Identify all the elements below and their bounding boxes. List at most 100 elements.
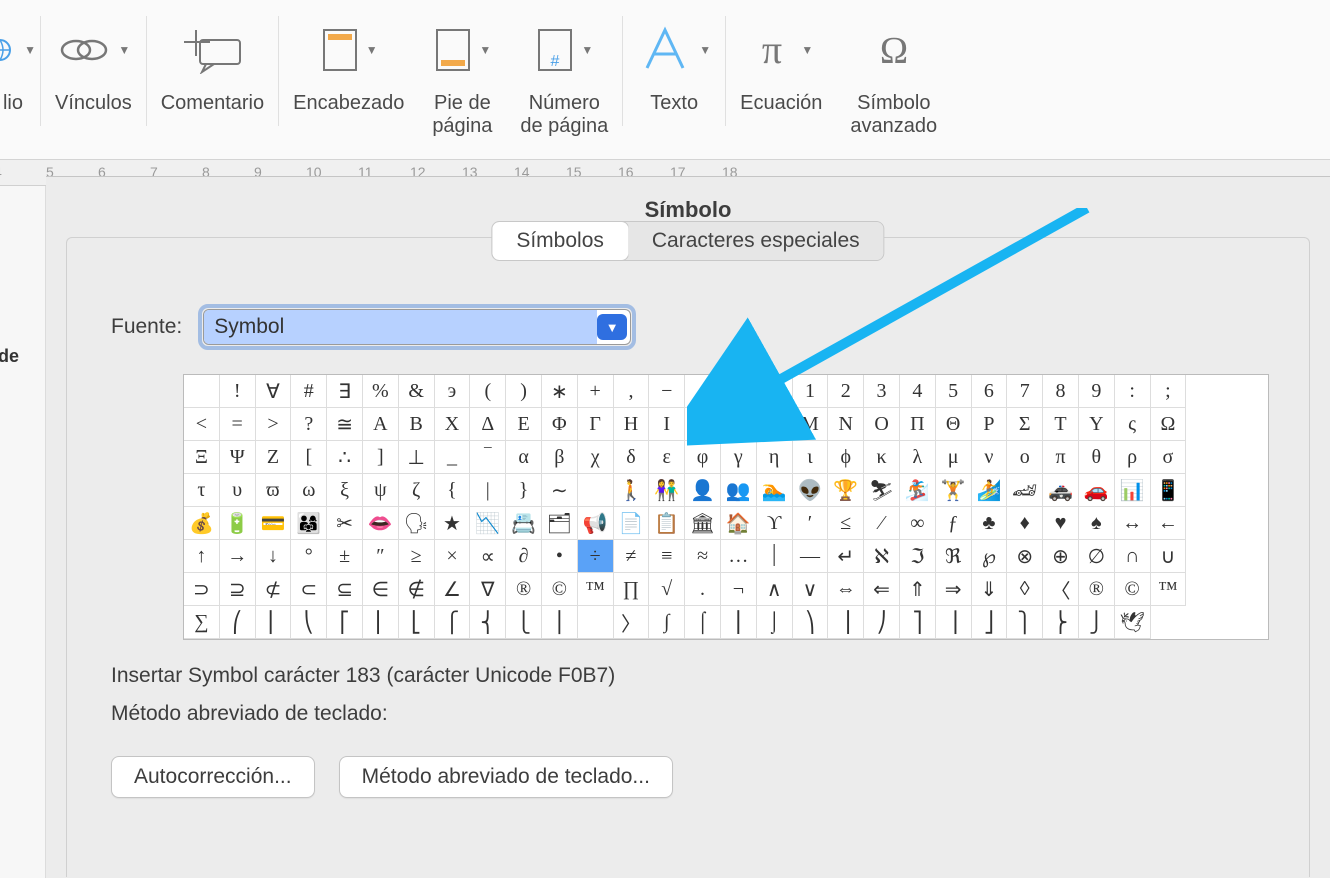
- symbol-cell[interactable]: μ: [936, 441, 972, 474]
- symbol-cell[interactable]: ⎮: [721, 606, 757, 639]
- symbol-cell[interactable]: 👤: [685, 474, 721, 507]
- toolbar-item-equation[interactable]: π▼ Ecuación: [726, 10, 836, 159]
- symbol-cell[interactable]: Φ: [542, 408, 578, 441]
- symbol-cell[interactable]: 2: [828, 375, 864, 408]
- symbol-cell[interactable]: 🗣: [399, 507, 435, 540]
- symbol-cell[interactable]: %: [363, 375, 399, 408]
- symbol-cell[interactable]: ℘: [972, 540, 1008, 573]
- symbol-cell[interactable]: 💰: [184, 507, 220, 540]
- symbol-cell[interactable]: ⎩: [506, 606, 542, 639]
- symbol-cell[interactable]: Β: [399, 408, 435, 441]
- symbol-cell[interactable]: Η: [614, 408, 650, 441]
- symbol-cell[interactable]: .: [685, 573, 721, 606]
- symbol-cell[interactable]: 👥: [721, 474, 757, 507]
- symbol-cell[interactable]: χ: [578, 441, 614, 474]
- symbol-cell[interactable]: Ζ: [256, 441, 292, 474]
- symbol-cell[interactable]: 3: [864, 375, 900, 408]
- symbol-cell[interactable]: #: [291, 375, 327, 408]
- symbol-cell[interactable]: Ρ: [972, 408, 1008, 441]
- symbol-cell[interactable]: ≅: [327, 408, 363, 441]
- symbol-cell[interactable]: ″: [363, 540, 399, 573]
- toolbar-item-symbol[interactable]: Ω Símboloavanzado: [836, 10, 951, 159]
- symbol-cell[interactable]: ℑ: [900, 540, 936, 573]
- symbol-cell[interactable]: ↵: [828, 540, 864, 573]
- symbol-cell[interactable]: π: [1043, 441, 1079, 474]
- symbol-cell[interactable]: ⇒: [936, 573, 972, 606]
- symbol-cell[interactable]: ≥: [399, 540, 435, 573]
- symbol-cell[interactable]: υ: [220, 474, 256, 507]
- toolbar-item-pagenumber[interactable]: #▼ Númerode página: [506, 10, 622, 159]
- symbol-cell[interactable]: ⇓: [972, 573, 1008, 606]
- symbol-cell[interactable]: •: [542, 540, 578, 573]
- symbol-cell[interactable]: ξ: [327, 474, 363, 507]
- symbol-cell[interactable]: 👽: [793, 474, 829, 507]
- symbol-cell[interactable]: ¬: [721, 573, 757, 606]
- symbol-cell[interactable]: ∪: [1151, 540, 1187, 573]
- symbol-cell[interactable]: ⊇: [220, 573, 256, 606]
- autocorrect-button[interactable]: Autocorrección...: [111, 756, 315, 798]
- symbol-cell[interactable]: κ: [864, 441, 900, 474]
- symbol-cell[interactable]: Ω: [1151, 408, 1187, 441]
- symbol-cell[interactable]: √: [649, 573, 685, 606]
- symbol-cell[interactable]: 📇: [506, 507, 542, 540]
- toolbar-item-comment[interactable]: Comentario: [147, 10, 278, 159]
- symbol-cell[interactable]: ⎦: [972, 606, 1008, 639]
- symbol-cell[interactable]: 📋: [649, 507, 685, 540]
- symbol-cell[interactable]: }: [506, 474, 542, 507]
- symbol-cell[interactable]: ∇: [470, 573, 506, 606]
- symbol-cell[interactable]: ϒ: [757, 507, 793, 540]
- symbol-cell[interactable]: э: [435, 375, 471, 408]
- symbol-cell[interactable]: ∂: [506, 540, 542, 573]
- symbol-cell[interactable]: [578, 606, 614, 639]
- symbol-cell[interactable]: Μ: [793, 408, 829, 441]
- symbol-cell[interactable]: ⎨: [470, 606, 506, 639]
- symbol-cell[interactable]: α: [506, 441, 542, 474]
- symbol-cell[interactable]: ∅: [1079, 540, 1115, 573]
- symbol-cell[interactable]: 🏋: [936, 474, 972, 507]
- symbol-cell[interactable]: ∧: [757, 573, 793, 606]
- symbol-cell[interactable]: {: [435, 474, 471, 507]
- symbol-cell[interactable]: 💳: [256, 507, 292, 540]
- symbol-cell[interactable]: ⎛: [220, 606, 256, 639]
- symbol-cell[interactable]: ∉: [399, 573, 435, 606]
- symbol-cell[interactable]: [: [291, 441, 327, 474]
- symbol-cell[interactable]: ⊗: [1007, 540, 1043, 573]
- symbol-cell[interactable]: 4: [900, 375, 936, 408]
- symbol-cell[interactable]: Γ: [578, 408, 614, 441]
- symbol-cell[interactable]: ο: [1007, 441, 1043, 474]
- toolbar-item-footer[interactable]: ▼ Pie depágina: [418, 10, 506, 159]
- symbol-cell[interactable]: ∝: [470, 540, 506, 573]
- symbol-cell[interactable]: .: [685, 375, 721, 408]
- symbol-cell[interactable]: Τ: [1043, 408, 1079, 441]
- symbol-cell[interactable]: Α: [363, 408, 399, 441]
- symbol-cell[interactable]: 👄: [363, 507, 399, 540]
- toolbar-item-header[interactable]: ▼ Encabezado: [279, 10, 418, 159]
- font-value[interactable]: Symbol: [204, 310, 597, 344]
- symbol-cell[interactable]: 1: [793, 375, 829, 408]
- symbol-cell[interactable]: ⎡: [327, 606, 363, 639]
- symbol-cell[interactable]: 9: [1079, 375, 1115, 408]
- symbol-cell[interactable]: ?: [291, 408, 327, 441]
- symbol-cell[interactable]: ∩: [1115, 540, 1151, 573]
- symbol-cell[interactable]: [184, 375, 220, 408]
- symbol-cell[interactable]: ν: [972, 441, 1008, 474]
- symbol-cell[interactable]: ‾: [470, 441, 506, 474]
- symbol-cell[interactable]: 📊: [1115, 474, 1151, 507]
- symbol-cell[interactable]: ∏: [614, 573, 650, 606]
- symbol-cell[interactable]: θ: [1079, 441, 1115, 474]
- symbol-cell[interactable]: =: [220, 408, 256, 441]
- symbol-cell[interactable]: ς: [1115, 408, 1151, 441]
- symbol-cell[interactable]: ∀: [256, 375, 292, 408]
- symbol-cell[interactable]: ©: [1115, 573, 1151, 606]
- tab-symbols[interactable]: Símbolos: [492, 222, 628, 260]
- font-combobox[interactable]: Symbol ▼: [203, 309, 631, 345]
- symbol-cell[interactable]: ⊕: [1043, 540, 1079, 573]
- symbol-cell[interactable]: 🏎: [1007, 474, 1043, 507]
- symbol-cell[interactable]: ;: [1151, 375, 1187, 408]
- symbol-cell[interactable]: 🏛: [685, 507, 721, 540]
- symbol-cell[interactable]: 8: [1043, 375, 1079, 408]
- symbol-cell[interactable]: ƒ: [936, 507, 972, 540]
- symbol-cell[interactable]: ϖ: [256, 474, 292, 507]
- symbol-cell[interactable]: 🔋: [220, 507, 256, 540]
- symbol-cell[interactable]: &: [399, 375, 435, 408]
